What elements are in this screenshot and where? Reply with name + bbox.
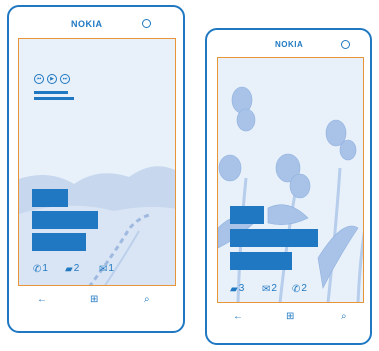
back-button[interactable]: ←: [37, 295, 47, 305]
mail-notification: ✉ 2: [262, 283, 277, 296]
power-button[interactable]: [183, 99, 185, 109]
message-icon: ▰: [65, 264, 73, 275]
lock-screen[interactable]: ⏮ ▶ ⏭ ✆ 1 ▰ 2 ✉ 1: [18, 38, 176, 286]
phone-right: NOKIA ▰ 3 ✉ 2 ✆ 2 ← ⊞ ⌕: [205, 28, 372, 345]
missed-calls-notification: ✆ 1: [33, 263, 48, 276]
artist-bar: [34, 97, 74, 100]
mail-icon: ✉: [262, 284, 271, 295]
brand-logo: NOKIA: [71, 19, 103, 29]
song-title-bar: [34, 91, 68, 94]
mail-notification: ✉ 1: [99, 263, 114, 276]
search-icon: ⌕: [144, 294, 150, 305]
back-button[interactable]: ←: [233, 312, 243, 322]
play-icon[interactable]: ▶: [47, 74, 57, 84]
brand-logo: NOKIA: [275, 40, 304, 49]
back-arrow-icon: ←: [233, 311, 243, 322]
windows-start-icon: ⊞: [90, 294, 99, 305]
day-block: [230, 229, 318, 247]
time-block: [230, 206, 264, 224]
front-camera-icon: [341, 40, 350, 49]
camera-button[interactable]: [183, 157, 185, 167]
mail-icon: ✉: [99, 264, 108, 275]
phone-left: NOKIA ⏮ ▶ ⏭ ✆ 1 ▰ 2 ✉ 1 ← ⊞ ⌕: [7, 5, 185, 333]
messages-notification: ▰ 3: [230, 283, 245, 296]
messages-notification: ▰ 2: [65, 263, 80, 276]
message-icon: ▰: [230, 284, 238, 295]
day-block: [32, 211, 98, 229]
phone-icon: ✆: [33, 264, 42, 275]
back-arrow-icon: ←: [37, 294, 47, 305]
lock-screen[interactable]: ▰ 3 ✉ 2 ✆ 2: [217, 57, 364, 303]
time-block: [32, 189, 68, 207]
date-block: [32, 233, 86, 251]
date-block: [230, 252, 292, 270]
front-camera-icon: [142, 19, 151, 28]
search-icon: ⌕: [341, 311, 347, 322]
start-button[interactable]: ⊞: [286, 312, 294, 322]
missed-calls-notification: ✆ 2: [292, 283, 307, 296]
search-button[interactable]: ⌕: [144, 295, 150, 305]
previous-icon[interactable]: ⏮: [34, 74, 44, 84]
next-icon[interactable]: ⏭: [60, 74, 70, 84]
windows-start-icon: ⊞: [286, 311, 295, 322]
search-button[interactable]: ⌕: [341, 312, 347, 322]
phone-icon: ✆: [292, 284, 301, 295]
volume-button[interactable]: [183, 69, 185, 87]
media-controls: ⏮ ▶ ⏭: [34, 74, 70, 84]
start-button[interactable]: ⊞: [90, 295, 98, 305]
